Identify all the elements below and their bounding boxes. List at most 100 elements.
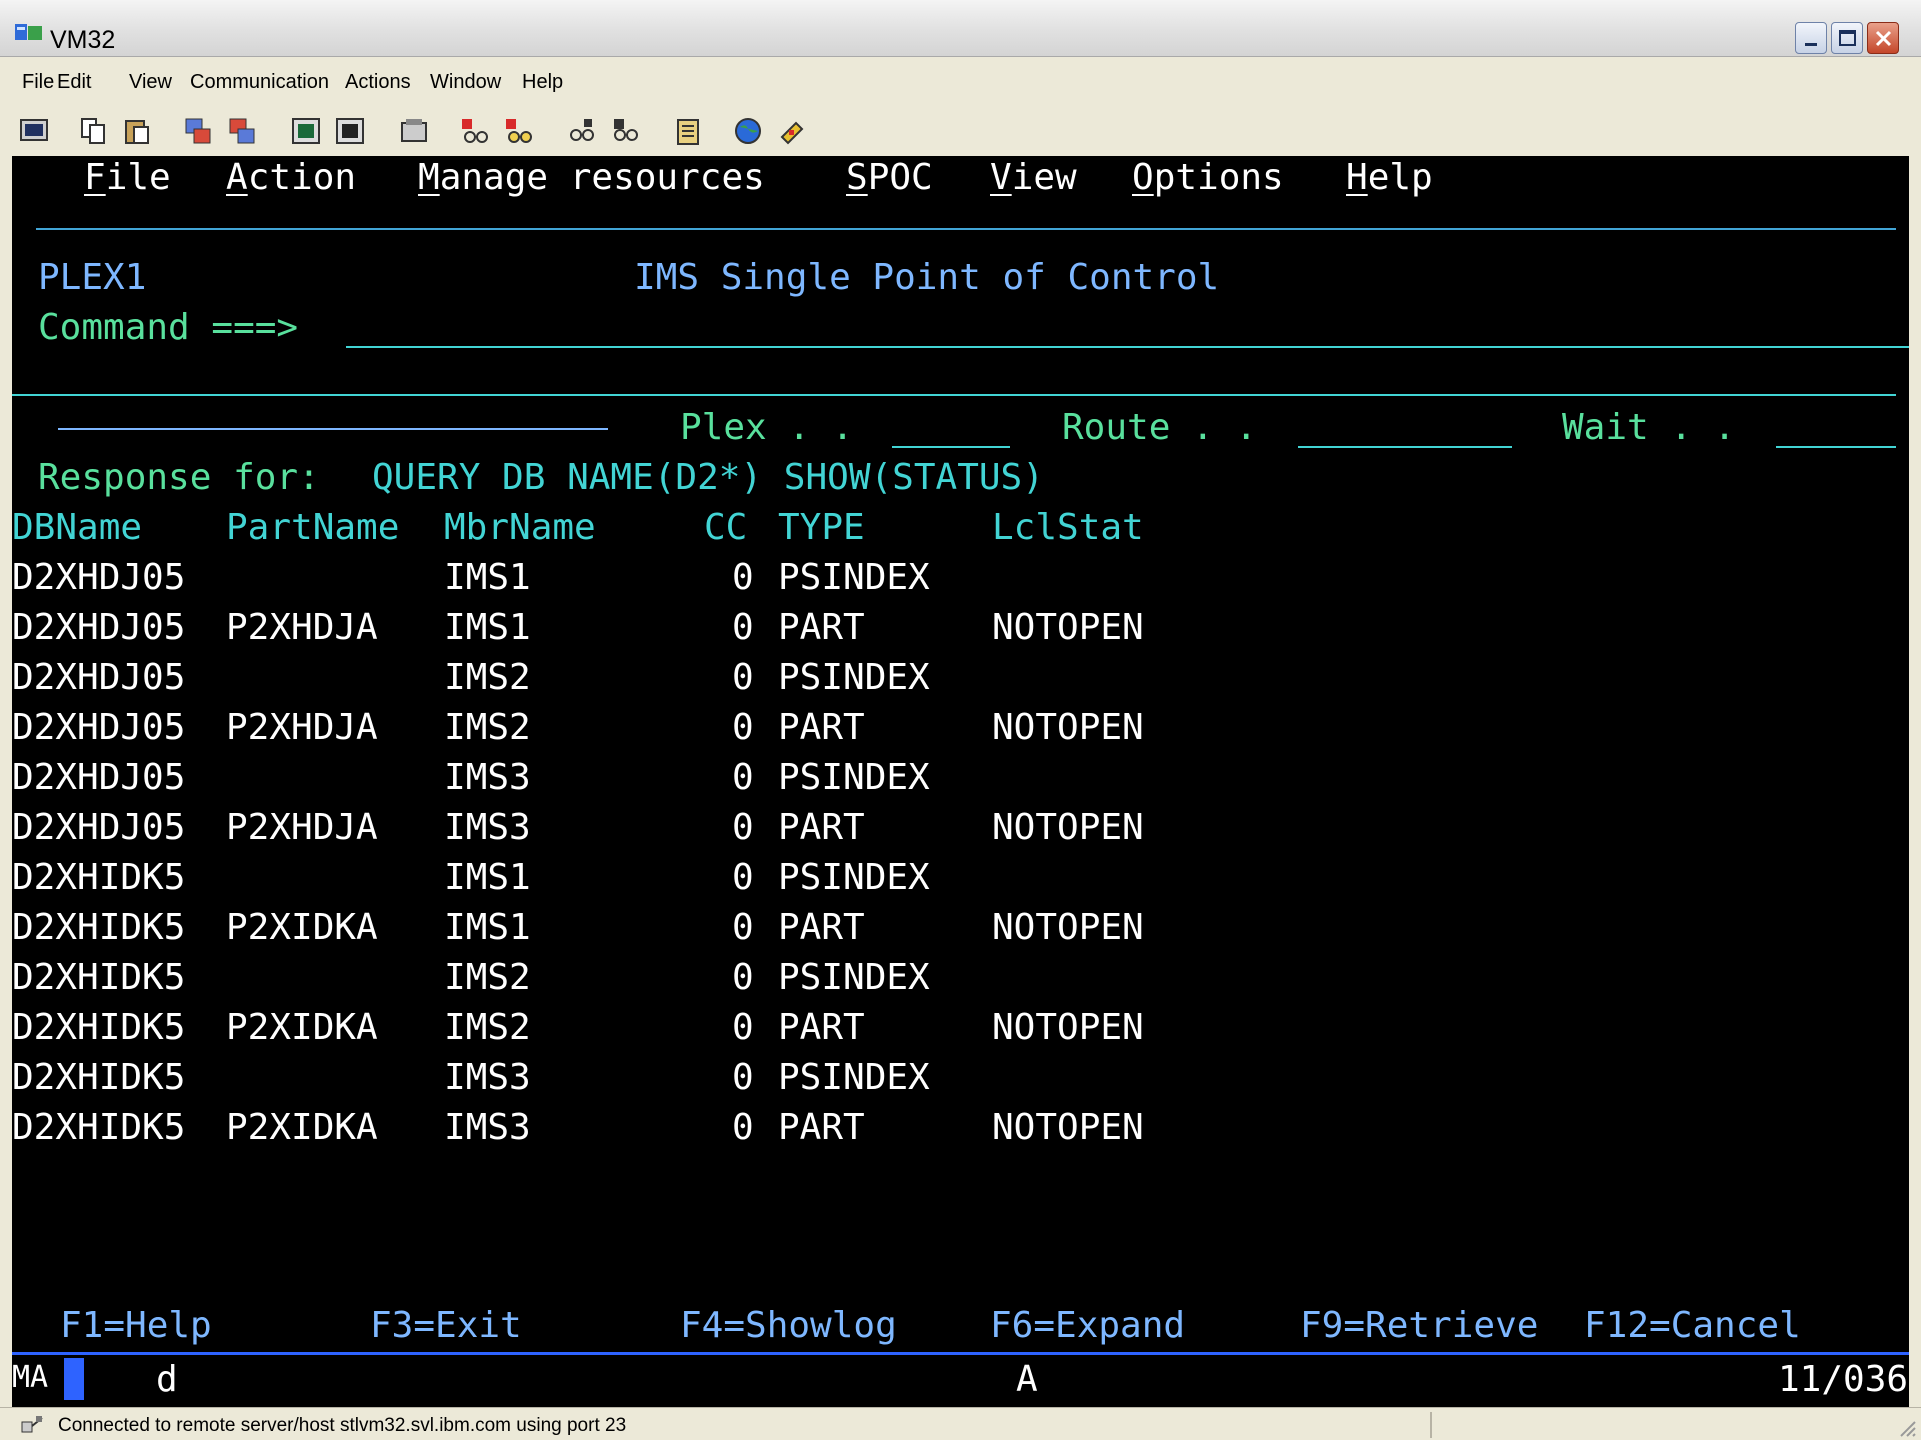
cell-lclstat: NOTOPEN bbox=[992, 807, 1144, 848]
command-label: Command ===> bbox=[38, 307, 299, 348]
copy-icon[interactable] bbox=[78, 115, 110, 147]
cell-type: PSINDEX bbox=[778, 1057, 930, 1098]
menu-edit[interactable]: Edit bbox=[57, 71, 91, 94]
macro-icon[interactable] bbox=[398, 115, 430, 147]
menu-actions[interactable]: Actions bbox=[345, 71, 411, 94]
maximize-button[interactable] bbox=[1831, 22, 1863, 54]
window-title: VM32 bbox=[50, 26, 116, 54]
minimize-button[interactable] bbox=[1795, 22, 1827, 54]
cell-mbrname: IMS1 bbox=[444, 557, 531, 598]
play-icon[interactable] bbox=[458, 115, 490, 147]
cell-type: PSINDEX bbox=[778, 557, 930, 598]
oia-mode: MA bbox=[12, 1360, 49, 1395]
keypad-icon[interactable] bbox=[566, 115, 598, 147]
cell-dbname: D2XHDJ05 bbox=[12, 757, 186, 798]
plex-name: PLEX1 bbox=[38, 257, 147, 298]
cell-cc: 0 bbox=[732, 857, 754, 898]
oia-cursor-position: 11/036 bbox=[1778, 1359, 1909, 1400]
cell-dbname: D2XHDJ05 bbox=[12, 657, 186, 698]
menu-bar: File Edit View Communication Actions Win… bbox=[0, 63, 1921, 99]
oia-indicator: A bbox=[1016, 1359, 1038, 1400]
fkey-retrieve[interactable]: F9=Retrieve bbox=[1300, 1306, 1538, 1346]
cell-partname: P2XHDJA bbox=[226, 807, 378, 848]
menu-help[interactable]: Help bbox=[522, 71, 563, 94]
title-bar[interactable]: VM32 bbox=[0, 0, 1921, 57]
clipboard-icon[interactable] bbox=[672, 115, 704, 147]
oia-separator bbox=[12, 1352, 1909, 1355]
command-input[interactable] bbox=[346, 346, 1909, 348]
cell-lclstat: NOTOPEN bbox=[992, 907, 1144, 948]
cell-lclstat: NOTOPEN bbox=[992, 607, 1144, 648]
plex-input[interactable] bbox=[892, 446, 1010, 448]
connection-icon bbox=[21, 1416, 43, 1433]
keyboard-icon[interactable] bbox=[610, 115, 642, 147]
terminal-cursor bbox=[64, 1358, 84, 1400]
cell-type: PSINDEX bbox=[778, 857, 930, 898]
fkey-showlog[interactable]: F4=Showlog bbox=[680, 1306, 897, 1346]
record-icon[interactable] bbox=[502, 115, 534, 147]
key-icon[interactable] bbox=[776, 115, 808, 147]
cell-mbrname: IMS2 bbox=[444, 957, 531, 998]
cell-partname: P2XIDKA bbox=[226, 1107, 378, 1148]
cell-dbname: D2XHIDK5 bbox=[12, 1007, 186, 1048]
menu-view[interactable]: View bbox=[129, 71, 172, 94]
cell-type: PART bbox=[778, 1007, 865, 1048]
globe-icon[interactable] bbox=[732, 115, 764, 147]
route-input[interactable] bbox=[1298, 446, 1512, 448]
fkey-expand[interactable]: F6=Expand bbox=[990, 1306, 1185, 1346]
oia-status: d bbox=[156, 1359, 178, 1400]
cell-cc: 0 bbox=[732, 657, 754, 698]
cell-partname: P2XHDJA bbox=[226, 707, 378, 748]
spoc-menu-file[interactable]: File bbox=[84, 158, 171, 198]
cell-type: PSINDEX bbox=[778, 757, 930, 798]
display-icon[interactable] bbox=[290, 115, 322, 147]
close-button[interactable] bbox=[1867, 22, 1899, 54]
menu-communication[interactable]: Communication bbox=[190, 71, 329, 94]
spoc-menu-options[interactable]: Options bbox=[1132, 158, 1284, 198]
cell-cc: 0 bbox=[732, 1057, 754, 1098]
fkey-help[interactable]: F1=Help bbox=[60, 1306, 212, 1346]
spoc-menu-spoc[interactable]: SPOC bbox=[846, 158, 933, 198]
status-text: Connected to remote server/host stlvm32.… bbox=[58, 1415, 627, 1436]
cell-cc: 0 bbox=[732, 557, 754, 598]
spoc-menu-help[interactable]: Help bbox=[1346, 158, 1433, 198]
menu-window[interactable]: Window bbox=[430, 71, 501, 94]
status-bar: Connected to remote server/host stlvm32.… bbox=[0, 1407, 1921, 1440]
terminal-window: VM32 File Edit View Communication Action… bbox=[0, 0, 1921, 1440]
plex-label: Plex . . bbox=[680, 407, 854, 448]
cell-cc: 0 bbox=[732, 757, 754, 798]
menu-file[interactable]: File bbox=[22, 71, 54, 94]
panel-title: IMS Single Point of Control bbox=[634, 257, 1220, 298]
cell-type: PART bbox=[778, 1107, 865, 1148]
resize-grip-icon[interactable] bbox=[1897, 1418, 1917, 1438]
spoc-menu-manage-resources[interactable]: Manage resources bbox=[418, 158, 765, 198]
status-divider bbox=[1430, 1412, 1432, 1438]
column-mbrname: MbrName bbox=[444, 507, 596, 548]
cell-dbname: D2XHIDK5 bbox=[12, 907, 186, 948]
paste-icon[interactable] bbox=[122, 115, 154, 147]
display2-icon[interactable] bbox=[334, 115, 366, 147]
send-file-icon[interactable] bbox=[182, 115, 214, 147]
command-area-separator bbox=[12, 394, 1896, 396]
screen-icon[interactable] bbox=[18, 115, 50, 147]
spoc-menu-action[interactable]: Action bbox=[226, 158, 356, 198]
cell-dbname: D2XHDJ05 bbox=[12, 607, 186, 648]
cell-cc: 0 bbox=[732, 907, 754, 948]
cell-type: PSINDEX bbox=[778, 957, 930, 998]
spoc-menu-view[interactable]: View bbox=[990, 158, 1077, 198]
column-lclstat: LclStat bbox=[992, 507, 1144, 548]
fkey-exit[interactable]: F3=Exit bbox=[370, 1306, 522, 1346]
maximize-icon bbox=[1839, 30, 1856, 46]
cell-mbrname: IMS1 bbox=[444, 907, 531, 948]
response-label: Response for: bbox=[38, 457, 320, 498]
cell-cc: 0 bbox=[732, 1107, 754, 1148]
terminal-screen[interactable]: File Action Manage resources SPOC View O… bbox=[12, 156, 1909, 1352]
oia-line: MA d A 11/036 bbox=[12, 1352, 1909, 1408]
cell-cc: 0 bbox=[732, 707, 754, 748]
fkey-cancel[interactable]: F12=Cancel bbox=[1584, 1306, 1801, 1346]
receive-file-icon[interactable] bbox=[226, 115, 258, 147]
toolbar bbox=[0, 108, 1921, 154]
wait-input[interactable] bbox=[1776, 446, 1896, 448]
cell-dbname: D2XHDJ05 bbox=[12, 707, 186, 748]
cell-type: PART bbox=[778, 607, 865, 648]
